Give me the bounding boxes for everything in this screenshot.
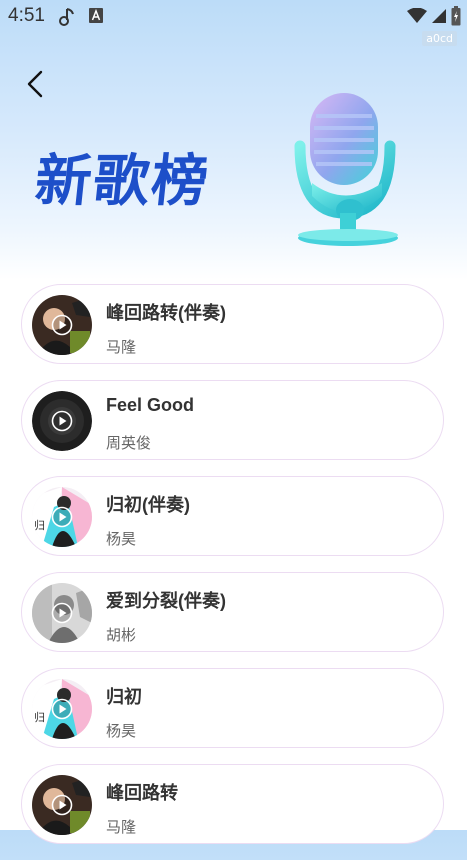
song-item[interactable]: 爱到分裂(伴奏) 胡彬 (21, 572, 444, 652)
song-artist: 马隆 (106, 819, 137, 836)
music-note-icon (58, 7, 76, 32)
song-item[interactable]: 峰回路转(伴奏) 马隆 (21, 284, 444, 364)
song-title: 归初(伴奏) (106, 495, 190, 515)
wifi-icon (407, 7, 427, 29)
album-cover (32, 775, 92, 835)
page-title: 新歌榜 (32, 149, 213, 214)
signal-icon (431, 8, 447, 29)
album-cover (32, 391, 92, 451)
song-title: 归初 (106, 687, 142, 707)
song-artist: 马隆 (106, 339, 137, 356)
svg-text:归: 归 (34, 710, 45, 724)
debug-tag: a0cd (422, 31, 457, 46)
song-title: 峰回路转 (106, 783, 178, 803)
song-artist: 胡彬 (106, 627, 137, 644)
album-cover: 归 (32, 487, 92, 547)
song-item[interactable]: 归 归初 杨昊 (21, 668, 444, 748)
chevron-left-icon (26, 70, 44, 103)
play-circle-icon[interactable] (51, 410, 73, 432)
album-cover: 归 (32, 679, 92, 739)
song-artist: 周英俊 (106, 435, 152, 452)
keyboard-a-icon (88, 7, 104, 30)
microphone-illustration (290, 88, 420, 253)
battery-charging-icon (451, 6, 461, 31)
song-title: 爱到分裂(伴奏) (106, 591, 226, 611)
play-circle-icon[interactable] (51, 698, 73, 720)
song-item[interactable]: 归 归初(伴奏) 杨昊 (21, 476, 444, 556)
play-circle-icon[interactable] (51, 602, 73, 624)
album-cover (32, 583, 92, 643)
back-button[interactable] (20, 68, 50, 104)
status-time: 4:51 (8, 5, 45, 26)
song-list: 峰回路转(伴奏) 马隆 Feel Good 周英俊 归 归初(伴奏) 杨昊 爱到… (21, 284, 446, 860)
song-artist: 杨昊 (106, 531, 137, 548)
svg-text:归: 归 (34, 518, 45, 532)
song-artist: 杨昊 (106, 723, 137, 740)
play-circle-icon[interactable] (51, 506, 73, 528)
album-cover (32, 295, 92, 355)
song-item[interactable]: 峰回路转 马隆 (21, 764, 444, 844)
song-item[interactable]: Feel Good 周英俊 (21, 380, 444, 460)
song-title: 峰回路转(伴奏) (106, 303, 226, 323)
status-icons (407, 6, 461, 31)
play-circle-icon[interactable] (51, 314, 73, 336)
status-bar: 4:51 (0, 0, 467, 32)
song-title: Feel Good (106, 395, 195, 415)
play-circle-icon[interactable] (51, 794, 73, 816)
